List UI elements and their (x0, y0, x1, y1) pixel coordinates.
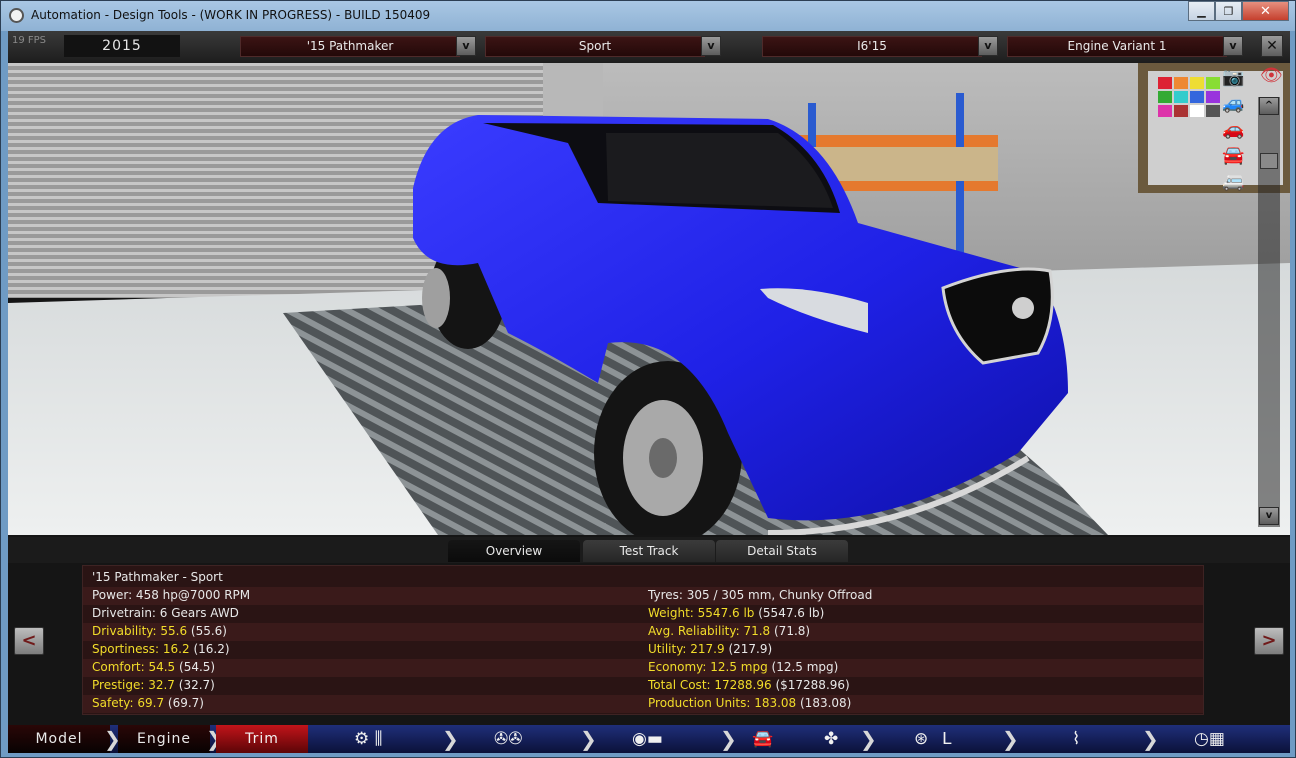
window-controls: ▁ ❐ ✕ (1188, 1, 1289, 21)
car-body-icon[interactable]: 🚘 (752, 727, 773, 751)
utility-stat: Utility: 217.9 (217.9) (648, 642, 773, 656)
production-units-stat: Production Units: 183.08 (183.08) (648, 696, 852, 710)
window-title: Automation - Design Tools - (WORK IN PRO… (31, 8, 431, 22)
next-button[interactable]: > (1254, 627, 1284, 655)
tab-overview[interactable]: Overview (448, 540, 580, 562)
app-icon (9, 8, 24, 23)
stats-row: Drivability: 55.6 (55.6) Avg. Reliabilit… (83, 623, 1203, 641)
sportiness-stat: Sportiness: 16.2 (16.2) (92, 642, 230, 656)
weight-stat: Weight: 5547.6 lb (5547.6 lb) (648, 606, 825, 620)
trim-dropdown-button[interactable]: v (701, 36, 721, 56)
fps-counter: 19 FPS (12, 35, 47, 46)
economy-stat: Economy: 12.5 mpg (12.5 mpg) (648, 660, 839, 674)
gearbox-icon[interactable]: ⚙ ⫼ (354, 727, 382, 751)
model-select[interactable]: '15 Pathmaker (240, 36, 460, 57)
steering-icon[interactable]: ⊛ (914, 727, 928, 751)
chevron-right-icon: ❯ (720, 727, 737, 751)
drivability-stat: Drivability: 55.6 (55.6) (92, 624, 227, 638)
nav-model-button[interactable]: Model (8, 725, 110, 753)
finish-flag-icon[interactable]: ◷▦ (1194, 727, 1225, 751)
comfort-stat: Comfort: 54.5 (54.5) (92, 660, 216, 674)
bottom-navigation: Model ❯ Engine ❯ Trim ⚙ ⫼ ❯ ✇✇ ❯ ◉▬ ❯ 🚘 … (8, 725, 1290, 753)
suspension-icon[interactable]: ⌇ (1072, 727, 1080, 751)
car-view-rear-icon[interactable]: 🚘 (1222, 145, 1244, 166)
app-window: Automation - Design Tools - (WORK IN PRO… (0, 0, 1296, 758)
engine-variant-dropdown-button[interactable]: v (1223, 36, 1243, 56)
stats-row: Safety: 69.7 (69.7) Production Units: 18… (83, 695, 1203, 713)
total-cost-stat: Total Cost: 17288.96 ($17288.96) (648, 678, 850, 692)
car-viewport[interactable]: 📷 👁 🚙 🚗 🚘 🚐 ^ v (8, 63, 1290, 535)
model-dropdown-button[interactable]: v (456, 36, 476, 56)
stats-row: Comfort: 54.5 (54.5) Economy: 12.5 mpg (… (83, 659, 1203, 677)
engine-variant-select[interactable]: Engine Variant 1 (1007, 36, 1227, 57)
stats-row: Drivetrain: 6 Gears AWD Weight: 5547.6 l… (83, 605, 1203, 623)
chevron-right-icon: ❯ (580, 727, 597, 751)
engine-select[interactable]: I6'15 (762, 36, 982, 57)
stats-row: Sportiness: 16.2 (16.2) Utility: 217.9 (… (83, 641, 1203, 659)
close-design-button[interactable]: ✕ (1261, 35, 1283, 57)
power-stat: Power: 458 hp@7000 RPM (92, 588, 251, 602)
prestige-stat: Prestige: 32.7 (32.7) (92, 678, 215, 692)
previous-button[interactable]: < (14, 627, 44, 655)
scroll-up-button[interactable]: ^ (1259, 97, 1279, 115)
tyres-stat: Tyres: 305 / 305 mm, Chunky Offroad (648, 588, 873, 602)
nav-engine-button[interactable]: Engine (118, 725, 210, 753)
minimize-button[interactable]: ▁ (1188, 1, 1215, 21)
chevron-right-icon: ❯ (442, 727, 459, 751)
car-view-side-icon[interactable]: 🚗 (1222, 119, 1244, 140)
stats-row: '15 Pathmaker - Sport (83, 569, 1203, 587)
stats-row: Power: 458 hp@7000 RPM Tyres: 305 / 305 … (83, 587, 1203, 605)
chevron-right-icon: ❯ (1002, 727, 1019, 751)
camera-icon[interactable]: 📷 (1222, 67, 1244, 88)
nav-trim-button[interactable]: Trim (216, 725, 308, 753)
fan-icon[interactable]: ✤ (824, 727, 838, 751)
tab-test-track[interactable]: Test Track (583, 540, 715, 562)
overview-stats-panel: '15 Pathmaker - Sport Power: 458 hp@7000… (82, 565, 1204, 715)
close-window-button[interactable]: ✕ (1242, 1, 1289, 21)
safety-stat: Safety: 69.7 (69.7) (92, 696, 204, 710)
tab-detail-stats[interactable]: Detail Stats (716, 540, 848, 562)
garage-scene (8, 63, 1290, 535)
restore-button[interactable]: ❐ (1215, 1, 1242, 21)
seat-icon[interactable]: ᒪ (942, 727, 951, 751)
stats-row: Prestige: 32.7 (32.7) Total Cost: 17288.… (83, 677, 1203, 695)
chevron-right-icon: ❯ (860, 727, 877, 751)
chevron-right-icon: ❯ (1142, 727, 1159, 751)
top-selector-bar: 19 FPS 2015 '15 Pathmaker v Sport v I6'1… (8, 31, 1290, 63)
trim-select[interactable]: Sport (485, 36, 705, 57)
stats-tabs: Overview Test Track Detail Stats (8, 537, 1290, 563)
car-title: '15 Pathmaker - Sport (92, 570, 223, 584)
client-area: 19 FPS 2015 '15 Pathmaker v Sport v I6'1… (8, 31, 1290, 753)
wheels-icon[interactable]: ✇✇ (494, 727, 523, 751)
car-view-front-icon[interactable]: 🚙 (1222, 93, 1244, 114)
scroll-thumb[interactable] (1260, 153, 1278, 169)
brakes-icon[interactable]: ◉▬ (632, 727, 663, 751)
car-view-top-icon[interactable]: 🚐 (1222, 171, 1244, 192)
title-bar: Automation - Design Tools - (WORK IN PRO… (1, 1, 1295, 31)
reliability-stat: Avg. Reliability: 71.8 (71.8) (648, 624, 811, 638)
eye-icon[interactable]: 👁 (1260, 65, 1283, 86)
engine-dropdown-button[interactable]: v (978, 36, 998, 56)
scroll-down-button[interactable]: v (1259, 507, 1279, 525)
drivetrain-stat: Drivetrain: 6 Gears AWD (92, 606, 239, 620)
year-display[interactable]: 2015 (64, 35, 180, 57)
